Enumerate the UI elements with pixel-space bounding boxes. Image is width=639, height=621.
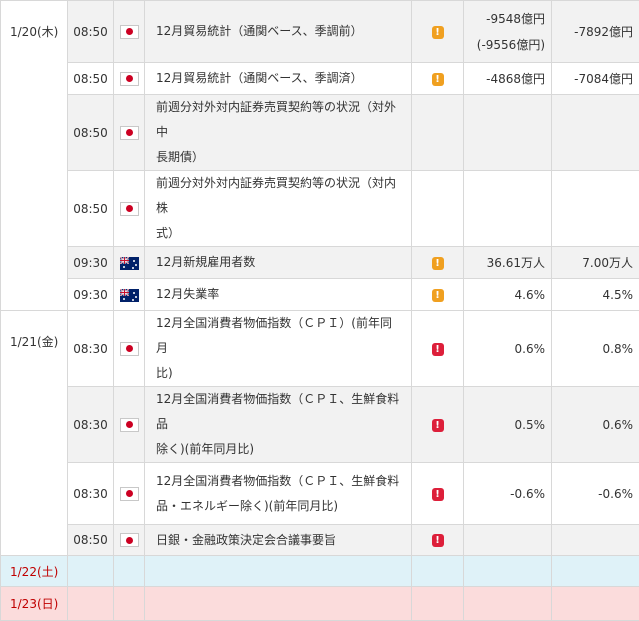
high-importance-icon: ! <box>432 488 444 501</box>
forecast-value: 0.8% <box>552 311 639 387</box>
date-cell: 1/21(金) <box>1 311 68 556</box>
time-cell: 09:30 <box>68 247 114 279</box>
table-row: 08:30 12月全国消費者物価指数（ＣＰＩ、生鮮食料品除く)(前年同月比) !… <box>1 387 639 463</box>
table-row: 08:50 日銀・金融政策決定会合議事要旨 ! <box>1 525 639 556</box>
time-cell: 08:50 <box>68 95 114 171</box>
table-row: 1/22(土) <box>1 556 639 587</box>
table-row: 1/20(木) 08:50 12月貿易統計（通関ベース、季調前） ! -9548… <box>1 1 639 63</box>
economic-calendar-table: 1/20(木) 08:50 12月貿易統計（通関ベース、季調前） ! -9548… <box>0 0 639 621</box>
medium-importance-icon: ! <box>432 73 444 86</box>
japan-flag-icon <box>120 25 139 39</box>
time-cell: 08:30 <box>68 311 114 387</box>
time-cell: 08:50 <box>68 525 114 556</box>
forecast-value: -0.6% <box>552 463 639 525</box>
event-name: 12月失業率 <box>145 279 412 311</box>
australia-flag-icon <box>120 257 139 270</box>
event-name: 12月全国消費者物価指数（ＣＰＩ）(前年同月 <box>156 311 403 361</box>
event-name: 12月新規雇用者数 <box>145 247 412 279</box>
table-row: 1/23(日) <box>1 587 639 621</box>
date-cell: 1/22(土) <box>1 556 68 587</box>
revised-value: (-9556億円) <box>464 32 545 58</box>
table-row: 08:50 前週分対外対内証券売買契約等の状況（対外中長期債） <box>1 95 639 171</box>
time-cell: 08:50 <box>68 63 114 95</box>
table-row: 09:30 12月新規雇用者数 ! 36.61万人 7.00万人 <box>1 247 639 279</box>
table-row: 08:50 前週分対外対内証券売買契約等の状況（対内株式） <box>1 171 639 247</box>
actual-value: 0.6% <box>464 311 552 387</box>
japan-flag-icon <box>120 533 139 547</box>
australia-flag-icon <box>120 289 139 302</box>
high-importance-icon: ! <box>432 534 444 547</box>
actual-value: -4868億円 <box>464 63 552 95</box>
time-cell: 08:50 <box>68 1 114 63</box>
japan-flag-icon <box>120 418 139 432</box>
event-name: 前週分対外対内証券売買契約等の状況（対内株 <box>156 171 403 221</box>
high-importance-icon: ! <box>432 343 444 356</box>
event-name-cont: 長期債） <box>156 145 403 170</box>
japan-flag-icon <box>120 342 139 356</box>
actual-value: 36.61万人 <box>464 247 552 279</box>
time-cell: 08:50 <box>68 171 114 247</box>
actual-value: -9548億円 <box>464 6 545 32</box>
event-name: 12月全国消費者物価指数（ＣＰＩ、生鮮食料 <box>156 469 403 494</box>
event-name: 12月全国消費者物価指数（ＣＰＩ、生鮮食料品 <box>156 387 403 437</box>
date-cell: 1/20(木) <box>1 1 68 311</box>
forecast-value: -7892億円 <box>552 1 639 63</box>
forecast-value: -7084億円 <box>552 63 639 95</box>
time-cell: 08:30 <box>68 387 114 463</box>
actual-value: -0.6% <box>464 463 552 525</box>
japan-flag-icon <box>120 202 139 216</box>
japan-flag-icon <box>120 487 139 501</box>
actual-value: 4.6% <box>464 279 552 311</box>
time-cell: 09:30 <box>68 279 114 311</box>
table-row: 09:30 12月失業率 ! 4.6% 4.5% <box>1 279 639 311</box>
event-name: 12月貿易統計（通関ベース、季調前） <box>145 1 412 63</box>
forecast-value: 7.00万人 <box>552 247 639 279</box>
event-name: 日銀・金融政策決定会合議事要旨 <box>145 525 412 556</box>
medium-importance-icon: ! <box>432 26 444 39</box>
table-row: 1/21(金) 08:30 12月全国消費者物価指数（ＣＰＩ）(前年同月比) !… <box>1 311 639 387</box>
time-cell: 08:30 <box>68 463 114 525</box>
table-row: 08:50 12月貿易統計（通関ベース、季調済） ! -4868億円 -7084… <box>1 63 639 95</box>
medium-importance-icon: ! <box>432 257 444 270</box>
event-name: 12月貿易統計（通関ベース、季調済） <box>145 63 412 95</box>
date-cell: 1/23(日) <box>1 587 68 621</box>
event-name-cont: 品・エネルギー除く)(前年同月比) <box>156 494 403 519</box>
forecast-value: 0.6% <box>552 387 639 463</box>
japan-flag-icon <box>120 126 139 140</box>
event-name-cont: 比) <box>156 361 403 386</box>
table-row: 08:30 12月全国消費者物価指数（ＣＰＩ、生鮮食料品・エネルギー除く)(前年… <box>1 463 639 525</box>
forecast-value: 4.5% <box>552 279 639 311</box>
medium-importance-icon: ! <box>432 289 444 302</box>
actual-value: 0.5% <box>464 387 552 463</box>
event-name-cont: 式） <box>156 221 403 246</box>
event-name: 前週分対外対内証券売買契約等の状況（対外中 <box>156 95 403 145</box>
high-importance-icon: ! <box>432 419 444 432</box>
japan-flag-icon <box>120 72 139 86</box>
event-name-cont: 除く)(前年同月比) <box>156 437 403 462</box>
